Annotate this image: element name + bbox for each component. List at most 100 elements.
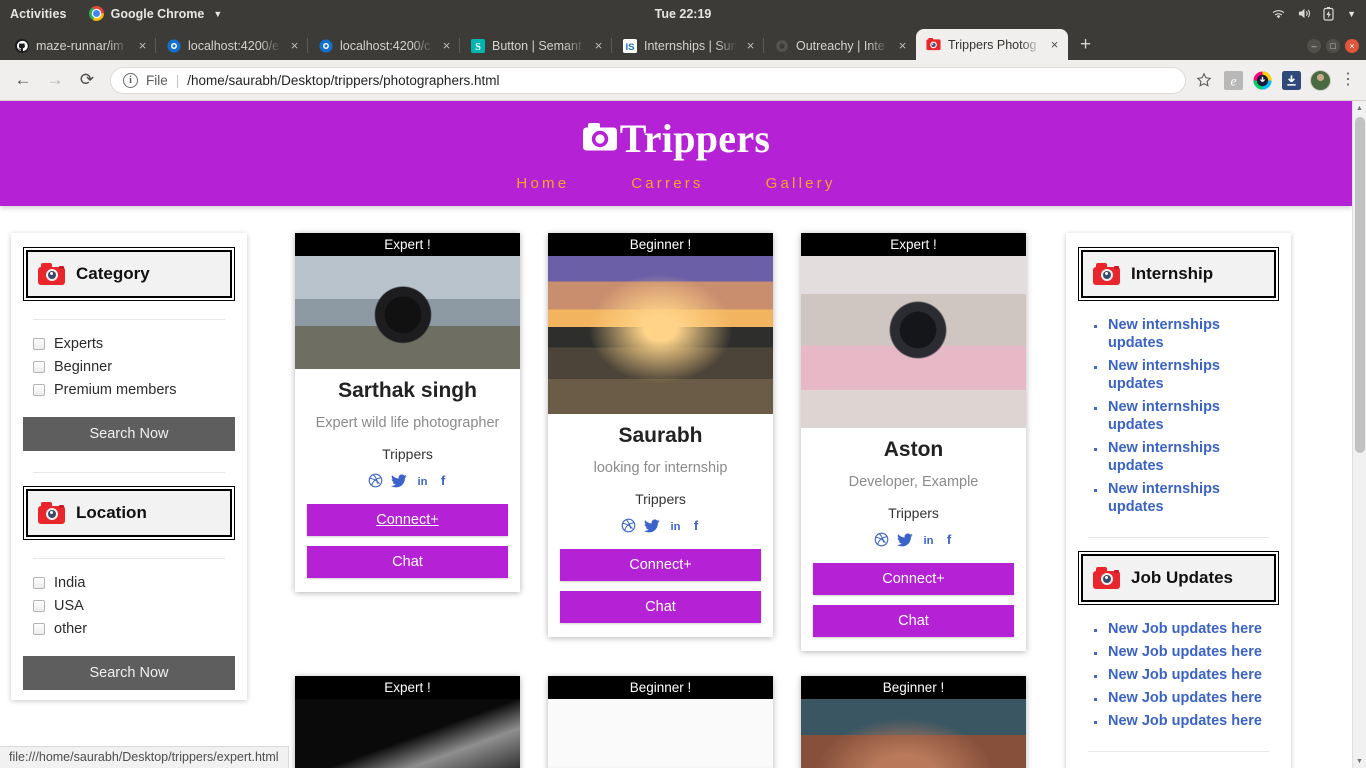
internship-link[interactable]: New internships updates [1108, 440, 1220, 474]
close-icon[interactable]: × [896, 38, 909, 53]
info-circle-icon[interactable]: i [123, 72, 138, 88]
close-icon[interactable]: × [1048, 37, 1061, 52]
job-updates-panel-header[interactable]: Job Updates [1078, 551, 1279, 605]
back-button[interactable]: ← [8, 65, 38, 95]
nav-link-carrers[interactable]: Carrers [631, 175, 703, 192]
dribbble-icon[interactable] [874, 532, 889, 552]
close-icon[interactable]: × [288, 38, 301, 53]
photographer-card[interactable]: Beginner ! [801, 676, 1026, 768]
photographer-card[interactable]: Beginner ! Saurabh looking for internshi… [548, 233, 773, 638]
forward-button[interactable]: → [40, 65, 70, 95]
list-item[interactable]: New internships updates [1094, 357, 1279, 393]
close-icon[interactable]: × [744, 38, 757, 53]
list-item[interactable]: New internships updates [1094, 439, 1279, 475]
browser-tab[interactable]: localhost:4200/e × [155, 31, 308, 60]
checkbox-beginner[interactable] [33, 361, 45, 373]
reload-button[interactable]: ⟳ [72, 65, 102, 95]
scrollbar-thumb[interactable] [1355, 117, 1365, 453]
close-icon[interactable]: × [136, 38, 149, 53]
list-item[interactable]: New Job updates here [1094, 712, 1279, 730]
location-panel-header[interactable]: Location [23, 486, 235, 540]
internship-link[interactable]: New internships updates [1108, 481, 1220, 515]
job-update-link[interactable]: New Job updates here [1108, 713, 1262, 729]
dribbble-icon[interactable] [368, 473, 383, 493]
close-icon[interactable]: × [592, 38, 605, 53]
browser-tab[interactable]: Outreachy | Inte × [763, 31, 916, 60]
checkbox-label[interactable]: USA [54, 598, 84, 614]
checkbox-label[interactable]: other [54, 621, 87, 637]
photographer-card[interactable]: Expert ! Aston Developer, Example Trippe… [801, 233, 1026, 652]
address-bar[interactable]: i File | /home/saurabh/Desktop/trippers/… [110, 66, 1186, 94]
window-close-button[interactable]: × [1345, 39, 1359, 53]
list-item[interactable]: New Job updates here [1094, 643, 1279, 661]
facebook-icon[interactable]: f [691, 518, 701, 538]
twitter-icon[interactable] [390, 474, 407, 493]
linkedin-icon[interactable]: in [415, 473, 430, 493]
checkbox-india[interactable] [33, 577, 45, 589]
twitter-icon[interactable] [896, 533, 913, 552]
scroll-up-arrow-icon[interactable]: ▲ [1353, 101, 1366, 115]
location-search-now-button[interactable]: Search Now [23, 656, 235, 690]
photographer-card[interactable]: Expert ! Sarthak singh Expert wild life … [295, 233, 520, 593]
wifi-icon[interactable] [1271, 8, 1286, 20]
photographer-card[interactable]: Expert ! [295, 676, 520, 768]
list-item[interactable]: New Job updates here [1094, 666, 1279, 684]
linkedin-icon[interactable]: in [921, 532, 936, 552]
chat-button[interactable]: Chat [813, 605, 1014, 638]
dribbble-icon[interactable] [621, 518, 636, 538]
checkbox-label[interactable]: India [54, 575, 85, 591]
colorful-download-extension-icon[interactable] [1252, 70, 1272, 90]
app-menu-google-chrome[interactable]: Google Chrome ▼ [88, 6, 222, 21]
checkbox-row-india[interactable]: India [33, 575, 235, 591]
download-manager-icon[interactable] [1281, 70, 1301, 90]
tray-chevron-down-icon[interactable]: ▼ [1347, 9, 1356, 19]
checkbox-row-premium-members[interactable]: Premium members [33, 382, 235, 398]
job-update-link[interactable]: New Job updates here [1108, 690, 1262, 706]
profile-avatar[interactable] [1310, 69, 1331, 91]
close-icon[interactable]: × [440, 38, 453, 53]
linkedin-icon[interactable]: in [668, 518, 683, 538]
evernote-extension-icon[interactable]: e [1223, 70, 1243, 90]
browser-tab[interactable]: IS Internships | Sun × [611, 31, 764, 60]
activities-button[interactable]: Activities [10, 7, 67, 21]
internship-link[interactable]: New internships updates [1108, 358, 1220, 392]
list-item[interactable]: New internships updates [1094, 398, 1279, 434]
connect-button[interactable]: Connect+ [307, 504, 508, 537]
checkbox-row-other[interactable]: other [33, 621, 235, 637]
browser-tab[interactable]: localhost:4200/c × [307, 31, 460, 60]
list-item[interactable]: New internships updates [1094, 480, 1279, 516]
job-update-link[interactable]: New Job updates here [1108, 667, 1262, 683]
list-item[interactable]: New internships updates [1094, 316, 1279, 352]
scroll-down-arrow-icon[interactable]: ▼ [1353, 754, 1366, 768]
vertical-scrollbar[interactable]: ▲ ▼ [1352, 101, 1366, 768]
checkbox-label[interactable]: Experts [54, 336, 103, 352]
chat-button[interactable]: Chat [307, 546, 508, 579]
chat-button[interactable]: Chat [560, 591, 761, 624]
nav-link-home[interactable]: Home [516, 175, 569, 192]
window-minimize-button[interactable]: – [1307, 39, 1321, 53]
connect-button[interactable]: Connect+ [813, 563, 1014, 596]
job-update-link[interactable]: New Job updates here [1108, 644, 1262, 660]
checkbox-row-beginner[interactable]: Beginner [33, 359, 235, 375]
browser-tab[interactable]: maze-runnar/im × [4, 31, 156, 60]
checkbox-label[interactable]: Beginner [54, 359, 112, 375]
connect-button[interactable]: Connect+ [560, 549, 761, 582]
browser-tab[interactable]: S Button | Semant × [459, 31, 612, 60]
new-tab-button[interactable]: + [1068, 34, 1103, 60]
chrome-menu-icon[interactable]: ⋮ [1340, 71, 1356, 87]
photographer-card[interactable]: Beginner ! [548, 676, 773, 768]
browser-tab-active[interactable]: Trippers Photog × [916, 29, 1068, 60]
bookmark-star-icon[interactable] [1194, 70, 1214, 90]
nav-link-gallery[interactable]: Gallery [766, 175, 836, 192]
internship-link[interactable]: New internships updates [1108, 399, 1220, 433]
internship-panel-header[interactable]: Internship [1078, 247, 1279, 301]
checkbox-other[interactable] [33, 623, 45, 635]
window-maximize-button[interactable]: □ [1326, 39, 1340, 53]
facebook-icon[interactable]: f [944, 532, 954, 552]
job-update-link[interactable]: New Job updates here [1108, 621, 1262, 637]
list-item[interactable]: New Job updates here [1094, 689, 1279, 707]
volume-icon[interactable] [1297, 7, 1312, 20]
checkbox-row-experts[interactable]: Experts [33, 336, 235, 352]
list-item[interactable]: New Job updates here [1094, 620, 1279, 638]
checkbox-premium-members[interactable] [33, 384, 45, 396]
